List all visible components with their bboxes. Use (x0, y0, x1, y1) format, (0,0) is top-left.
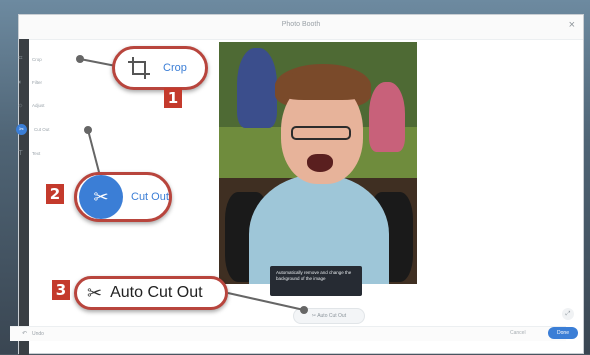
sidebar-item-adjust[interactable]: ☼ Adjust (16, 98, 45, 112)
sidebar-item-label: Crop (32, 56, 42, 62)
undo-icon[interactable]: ↶ (22, 330, 27, 337)
callout-auto-cut-out: ✂ Auto Cut Out (74, 276, 228, 310)
undo-label[interactable]: Undo (32, 331, 44, 337)
callout-label: Cut Out (131, 191, 169, 203)
sidebar-item-label: Adjust (32, 102, 45, 108)
bottom-bar (10, 326, 566, 341)
callout-crop: Crop (112, 46, 208, 90)
cut-out-icon: ✂ (16, 123, 27, 135)
callout-label: Crop (163, 62, 187, 74)
sidebar-item-label: Filter (32, 79, 42, 85)
subject-fringe (275, 70, 371, 100)
auto-cut-out-button[interactable]: ✂ Auto Cut Out (293, 308, 365, 324)
sidebar-item-text[interactable]: T Text (16, 146, 40, 160)
callout-number-badge: 3 (52, 280, 70, 300)
callout-number-badge: 1 (164, 88, 182, 108)
subject-mouth (307, 154, 333, 172)
sidebar-item-crop[interactable]: ⌗ Crop (16, 52, 42, 66)
done-button[interactable]: Done (548, 327, 578, 339)
filter-icon: ◐ (18, 78, 23, 86)
title-bar: Photo Booth × (19, 15, 583, 40)
callout-label: Auto Cut Out (110, 284, 203, 301)
sidebar-item-label: Text (32, 150, 41, 156)
sidebar-item-label: Cut Out (34, 126, 50, 132)
background-person (237, 48, 277, 128)
zoom-button[interactable]: ⤢ (562, 308, 574, 320)
close-icon[interactable]: × (569, 19, 575, 31)
crop-icon: ⌗ (18, 55, 23, 62)
callout-number-badge: 2 (46, 184, 64, 204)
subject-glasses (291, 126, 351, 140)
cancel-button[interactable]: Cancel (510, 330, 526, 336)
text-icon: T (18, 149, 23, 157)
sidebar-item-cut-out[interactable]: ✂ Cut Out (16, 122, 50, 136)
window-title: Photo Booth (281, 21, 321, 28)
sidebar-item-filter[interactable]: ◐ Filter (16, 75, 42, 89)
crop-icon (128, 57, 150, 79)
scissors-icon: ✂ (87, 282, 103, 303)
scissors-icon: ✂ (79, 175, 123, 219)
callout-cut-out: ✂ Cut Out (74, 172, 172, 222)
background-person (369, 82, 405, 152)
photo-canvas[interactable] (219, 42, 417, 284)
adjust-icon: ☼ (17, 101, 24, 109)
auto-cut-out-tooltip: Automatically remove and change the back… (270, 266, 362, 296)
